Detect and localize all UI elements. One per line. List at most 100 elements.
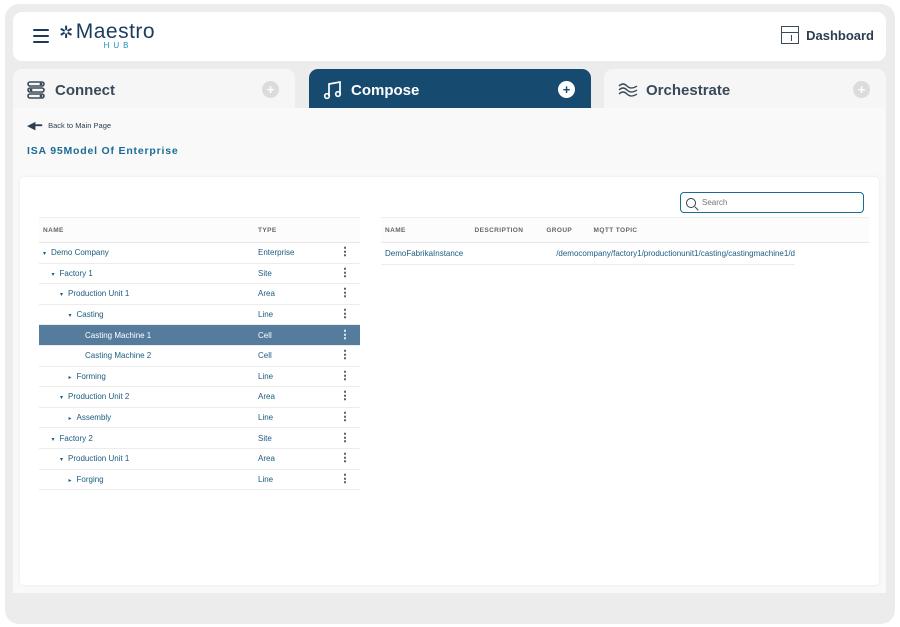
kebab-menu-icon[interactable]: ⋮	[338, 247, 352, 258]
tree-body: ▾ Demo Company Enterprise ⋮ ▾ Factory 1 Site ⋮ ▾…	[39, 243, 360, 491]
tree-row-label: Casting	[76, 310, 104, 320]
tree-row-label: Demo Company	[51, 248, 109, 258]
tree-row[interactable]: ▾ Production Unit 2 Area ⋮	[39, 387, 360, 408]
tree-row-type: Line	[258, 371, 274, 381]
kebab-menu-icon[interactable]: ⋮	[338, 453, 352, 464]
detail-col-name: NAME	[385, 226, 406, 234]
back-label: Back to Main Page	[48, 121, 112, 130]
add-connect-icon[interactable]: +	[262, 81, 279, 98]
back-arrow-icon: ◀━	[27, 120, 43, 132]
kebab-menu-icon[interactable]: ⋮	[338, 473, 352, 485]
tree-row-type: Line	[258, 310, 274, 320]
detail-row[interactable]: DemoFabrikaInstance /democompany/factory…	[381, 243, 795, 265]
waves-icon	[618, 80, 638, 100]
tree-col-name: NAME	[43, 226, 64, 234]
kebab-menu-icon[interactable]: ⋮	[338, 412, 352, 423]
tab-orchestrate[interactable]: Orchestrate +	[604, 69, 886, 111]
tree-row[interactable]: Casting Machine 1 Cell ⋮	[39, 325, 360, 346]
tree-row-name: ▸ Forming	[39, 372, 258, 381]
kebab-menu-icon[interactable]: ⋮	[338, 288, 352, 299]
search-icon	[686, 197, 696, 208]
model-panel: NAME TYPE ▾Demo CompanyEnterprise⋮▾Facto…	[20, 177, 879, 585]
caret-down-icon[interactable]: ▾	[69, 312, 77, 319]
tree-row-type: Cell	[258, 330, 272, 340]
tree-row-label: Production Unit 1	[68, 289, 130, 299]
kebab-menu-icon[interactable]: ⋮	[338, 329, 352, 341]
add-compose-icon[interactable]: +	[558, 81, 575, 98]
tree-row-type: Area	[258, 392, 275, 402]
tree-row[interactable]: ▾ Factory 1 Site ⋮	[39, 264, 360, 285]
add-orchestrate-icon[interactable]: +	[853, 81, 870, 98]
tree-row-name: Casting Machine 1	[39, 331, 258, 340]
tree-row-label: Production Unit 2	[68, 392, 130, 402]
tree-row-type: Line	[258, 474, 274, 484]
kebab-menu-icon[interactable]: ⋮	[338, 350, 352, 361]
maestro-hub-logo: ✲Maestro HUB	[59, 20, 155, 50]
tree-row[interactable]: ▾ Casting Line ⋮	[39, 305, 360, 326]
detail-col-description: DESCRIPTION	[474, 226, 524, 234]
dashboard-button[interactable]: Dashboard	[781, 26, 874, 44]
tree-row-type: Site	[258, 433, 272, 443]
hamburger-menu-icon[interactable]	[33, 29, 49, 43]
tree-row[interactable]: Casting Machine 2 Cell ⋮	[39, 346, 360, 367]
tree-row-label: Casting Machine 1	[85, 330, 152, 340]
caret-down-icon[interactable]: ▾	[60, 394, 68, 401]
tree-row[interactable]: ▸ Assembly Line ⋮	[39, 408, 360, 429]
kebab-menu-icon[interactable]: ⋮	[338, 267, 352, 279]
tree-row-label: Production Unit 1	[68, 454, 130, 464]
tree-header: NAME TYPE	[39, 217, 360, 243]
tree-row-label: Factory 1	[59, 268, 93, 278]
tree-row-label: Forging	[76, 474, 104, 484]
back-to-main-link[interactable]: ◀━ Back to Main Page	[27, 119, 111, 132]
main-content: ◀━ Back to Main Page ISA 95Model Of Ente…	[13, 108, 886, 593]
detail-col-group: GROUP	[546, 226, 573, 234]
tree-row-name: ▾ Production Unit 1	[39, 289, 258, 298]
tab-connect-label: Connect	[55, 81, 115, 99]
kebab-menu-icon[interactable]: ⋮	[338, 432, 352, 444]
tree-row-label: Casting Machine 2	[85, 351, 152, 361]
dashboard-label: Dashboard	[806, 27, 874, 43]
tree-row-type: Area	[258, 289, 275, 299]
dashboard-icon	[781, 26, 800, 44]
tree-row[interactable]: ▾ Production Unit 1 Area ⋮	[39, 284, 360, 305]
tab-connect[interactable]: Connect +	[13, 69, 295, 111]
tab-orchestrate-label: Orchestrate	[646, 81, 731, 99]
tree-row-type: Cell	[258, 351, 272, 361]
detail-table: NAME DESCRIPTION GROUP MQTT TOPIC DemoFa…	[381, 217, 869, 265]
page-title: ISA 95Model Of Enterprise	[27, 145, 179, 157]
kebab-menu-icon[interactable]: ⋮	[338, 370, 352, 382]
tree-row[interactable]: ▸ Forging Line ⋮	[39, 470, 360, 491]
tree-row-name: ▾ Factory 1	[39, 269, 258, 278]
caret-right-icon[interactable]: ▸	[69, 477, 77, 484]
tree-row-label: Factory 2	[59, 433, 93, 443]
tree-row-type: Site	[258, 268, 272, 278]
detail-header: NAME DESCRIPTION GROUP MQTT TOPIC	[381, 217, 869, 243]
logo-text: Maestro	[75, 20, 156, 43]
caret-right-icon[interactable]: ▸	[69, 374, 77, 381]
tree-row[interactable]: ▾ Demo Company Enterprise ⋮	[39, 243, 360, 264]
caret-right-icon[interactable]: ▸	[69, 415, 77, 422]
search-box[interactable]	[680, 192, 864, 213]
caret-down-icon[interactable]: ▾	[60, 456, 68, 463]
search-input[interactable]	[702, 198, 852, 207]
tab-compose[interactable]: Compose +	[309, 69, 591, 111]
detail-cell-name: DemoFabrikaInstance	[385, 249, 464, 258]
tree-row-type: Area	[258, 454, 275, 464]
caret-down-icon[interactable]: ▾	[52, 436, 60, 443]
kebab-menu-icon[interactable]: ⋮	[338, 309, 352, 320]
tree-row[interactable]: ▾ Factory 2 Site ⋮	[39, 428, 360, 449]
tree-row-name: ▾ Casting	[39, 310, 258, 319]
tree-row[interactable]: ▸ Forming Line ⋮	[39, 367, 360, 388]
connect-icon	[27, 80, 47, 100]
tree-col-type: TYPE	[258, 226, 277, 234]
tab-compose-label: Compose	[351, 81, 420, 99]
kebab-menu-icon[interactable]: ⋮	[338, 391, 352, 402]
tree-row-name: ▾ Demo Company	[39, 248, 258, 257]
tree-row[interactable]: ▾ Production Unit 1 Area ⋮	[39, 449, 360, 470]
tree-row-name: ▸ Assembly	[39, 413, 258, 422]
caret-down-icon[interactable]: ▾	[52, 271, 60, 278]
caret-down-icon[interactable]: ▾	[43, 250, 51, 257]
caret-down-icon[interactable]: ▾	[60, 291, 68, 298]
app-header: ✲Maestro HUB Dashboard	[13, 12, 886, 61]
tree-row-label: Assembly	[76, 413, 112, 423]
